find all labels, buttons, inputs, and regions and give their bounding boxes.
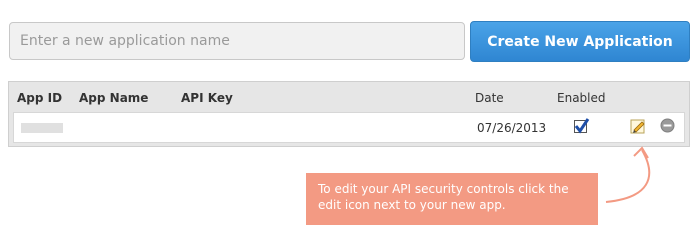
header-api-key: API Key [181, 91, 233, 105]
curved-arrow-icon [605, 146, 651, 203]
table-row: 07/26/2013 [13, 112, 685, 143]
edit-hint-tooltip: To edit your API security controls click… [306, 173, 598, 225]
header-app-name: App Name [79, 91, 149, 105]
header-app-id: App ID [17, 91, 63, 105]
header-enabled: Enabled [557, 91, 606, 105]
application-name-input[interactable] [9, 22, 465, 60]
enabled-checkbox[interactable] [574, 118, 590, 134]
date-value: 07/26/2013 [477, 121, 547, 135]
pencil-icon[interactable] [630, 118, 646, 134]
app-id-value [21, 123, 63, 133]
applications-table: App ID App Name API Key Date Enabled 07/… [8, 81, 690, 147]
header-date: Date [475, 91, 504, 105]
checkmark-icon [574, 118, 590, 134]
remove-icon[interactable] [660, 118, 675, 133]
create-new-application-button[interactable]: Create New Application [470, 21, 690, 62]
